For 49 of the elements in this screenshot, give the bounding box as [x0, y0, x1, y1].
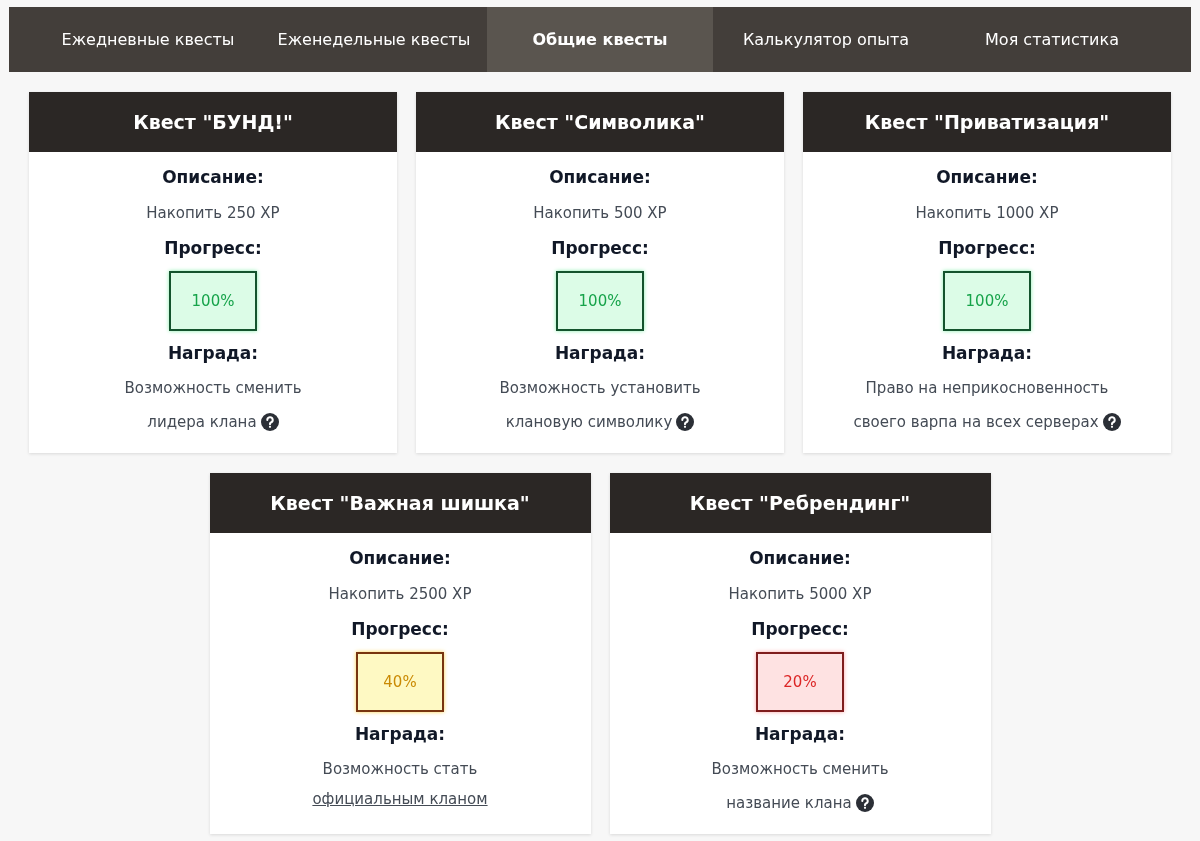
progress-label: Прогресс:: [751, 618, 849, 641]
quest-title: Квест "БУНД!": [29, 92, 397, 152]
help-icon[interactable]: [676, 413, 695, 431]
progress-box: 100%: [169, 271, 257, 331]
progress-label: Прогресс:: [938, 237, 1036, 260]
description-label: Описание:: [162, 166, 264, 189]
description-label: Описание:: [936, 166, 1038, 189]
help-icon[interactable]: [855, 794, 874, 812]
nav-tab[interactable]: Моя статистика: [939, 7, 1165, 72]
reward-text: Возможность установить: [499, 378, 701, 399]
reward-link[interactable]: официальным кланом: [312, 786, 488, 812]
quest-title: Квест "Приватизация": [803, 92, 1171, 152]
description-text: Накопить 500 XP: [533, 203, 667, 224]
description-text: Накопить 1000 XP: [915, 203, 1059, 224]
nav-tab[interactable]: Общие квесты: [487, 7, 713, 72]
progress-box: 100%: [556, 271, 644, 331]
progress-label: Прогресс:: [164, 237, 262, 260]
reward-label: Награда:: [354, 723, 446, 746]
description-label: Описание:: [549, 166, 651, 189]
nav-tab[interactable]: Калькулятор опыта: [713, 7, 939, 72]
reward-text: название клана: [726, 793, 852, 814]
reward-text: клановую символику: [505, 412, 673, 433]
progress-label: Прогресс:: [351, 618, 449, 641]
description-label: Описание:: [349, 547, 451, 570]
progress-box: 20%: [756, 652, 844, 712]
quest-title: Квест "Важная шишка": [209, 473, 591, 533]
description-text: Накопить 2500 XP: [328, 584, 472, 605]
reward-text: своего варпа на всех серверах: [853, 412, 1099, 433]
help-icon[interactable]: [1102, 413, 1121, 431]
progress-box: 40%: [356, 652, 444, 712]
nav-tab[interactable]: Еженедельные квесты: [261, 7, 487, 72]
progress-box: 100%: [943, 271, 1031, 331]
reward-label: Награда:: [941, 342, 1033, 365]
reward-label: Награда:: [167, 342, 259, 365]
reward-text: лидера клана: [147, 412, 257, 433]
reward-text: Право на неприкосновенность: [865, 378, 1109, 399]
reward-text: Возможность сменить: [711, 759, 889, 780]
description-text: Накопить 250 XP: [146, 203, 280, 224]
reward-label: Награда:: [754, 723, 846, 746]
reward-text: Возможность сменить: [124, 378, 302, 399]
reward-label: Награда:: [554, 342, 646, 365]
reward-text: Возможность стать: [322, 759, 478, 780]
help-icon[interactable]: [260, 413, 279, 431]
quest-title: Квест "Ребрендинг": [609, 473, 991, 533]
progress-label: Прогресс:: [551, 237, 649, 260]
nav-tab[interactable]: Ежедневные квесты: [35, 7, 261, 72]
description-label: Описание:: [749, 547, 851, 570]
quest-title: Квест "Символика": [416, 92, 784, 152]
description-text: Накопить 5000 XP: [728, 584, 872, 605]
